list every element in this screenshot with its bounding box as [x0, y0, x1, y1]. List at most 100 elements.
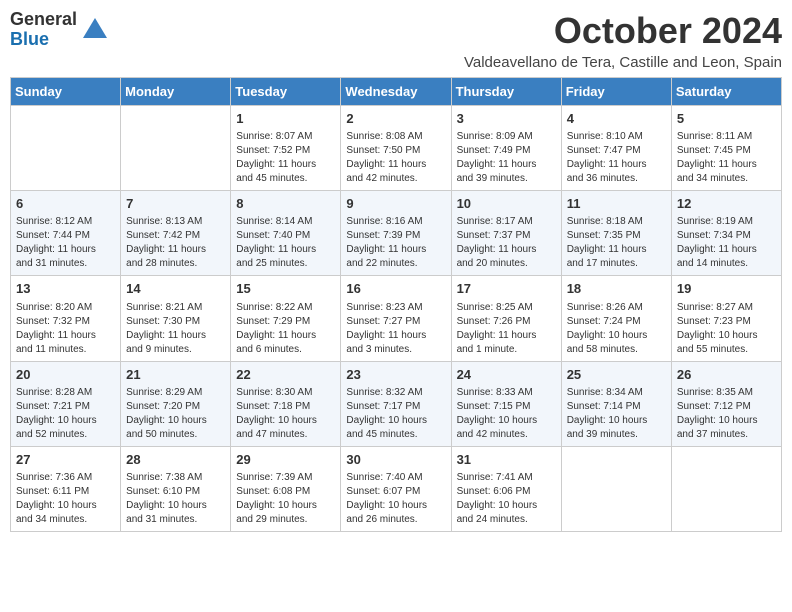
- calendar-cell: 26 Sunrise: 8:35 AMSunset: 7:12 PMDayligh…: [671, 361, 781, 446]
- calendar-week-row: 6 Sunrise: 8:12 AMSunset: 7:44 PMDaylight…: [11, 191, 782, 276]
- calendar-cell: 5 Sunrise: 8:11 AMSunset: 7:45 PMDaylight…: [671, 106, 781, 191]
- calendar-cell: 2 Sunrise: 8:08 AMSunset: 7:50 PMDaylight…: [341, 106, 451, 191]
- calendar-cell: 21Sunrise: 8:29 AMSunset: 7:20 PMDayligh…: [121, 361, 231, 446]
- calendar-day-header: Thursday: [451, 78, 561, 106]
- logo-icon: [81, 16, 109, 44]
- calendar-cell: 23 Sunrise: 8:32 AMSunset: 7:17 PMDayligh…: [341, 361, 451, 446]
- calendar-cell: [121, 106, 231, 191]
- calendar-cell: 24 Sunrise: 8:33 AMSunset: 7:15 PMDayligh…: [451, 361, 561, 446]
- day-number: 7: [126, 195, 225, 213]
- month-title: October 2024: [464, 10, 782, 52]
- day-number: 25: [567, 366, 666, 384]
- day-number: 18: [567, 280, 666, 298]
- header: General Blue October 2024 Valdeavellano …: [10, 10, 782, 71]
- calendar-week-row: 1 Sunrise: 8:07 AMSunset: 7:52 PMDaylight…: [11, 106, 782, 191]
- calendar-day-header: Wednesday: [341, 78, 451, 106]
- day-number: 9: [346, 195, 445, 213]
- day-number: 14: [126, 280, 225, 298]
- location-title: Valdeavellano de Tera, Castille and Leon…: [464, 54, 782, 71]
- day-number: 26: [677, 366, 776, 384]
- day-number: 22: [236, 366, 335, 384]
- cell-info: Sunrise: 7:40 AMSunset: 6:07 PMDaylight:…: [346, 471, 445, 527]
- day-number: 11: [567, 195, 666, 213]
- day-number: 31: [457, 451, 556, 469]
- cell-info: Sunrise: 8:22 AMSunset: 7:29 PMDaylight:…: [236, 301, 335, 357]
- day-number: 6: [16, 195, 115, 213]
- day-number: 8: [236, 195, 335, 213]
- calendar-cell: 13Sunrise: 8:20 AMSunset: 7:32 PMDayligh…: [11, 276, 121, 361]
- calendar-day-header: Sunday: [11, 78, 121, 106]
- calendar-cell: 16Sunrise: 8:23 AMSunset: 7:27 PMDayligh…: [341, 276, 451, 361]
- calendar-cell: 17Sunrise: 8:25 AMSunset: 7:26 PMDayligh…: [451, 276, 561, 361]
- calendar-cell: 18 Sunrise: 8:26 AMSunset: 7:24 PMDayligh…: [561, 276, 671, 361]
- calendar-cell: 6 Sunrise: 8:12 AMSunset: 7:44 PMDaylight…: [11, 191, 121, 276]
- cell-info: Sunrise: 8:08 AMSunset: 7:50 PMDaylight:…: [346, 130, 445, 186]
- day-number: 16: [346, 280, 445, 298]
- calendar-day-header: Friday: [561, 78, 671, 106]
- calendar-cell: 19Sunrise: 8:27 AMSunset: 7:23 PMDayligh…: [671, 276, 781, 361]
- title-area: October 2024 Valdeavellano de Tera, Cast…: [464, 10, 782, 71]
- day-number: 5: [677, 110, 776, 128]
- cell-info: Sunrise: 8:35 AMSunset: 7:12 PMDaylight:…: [677, 386, 776, 442]
- calendar-cell: 10Sunrise: 8:17 AMSunset: 7:37 PMDayligh…: [451, 191, 561, 276]
- calendar-week-row: 27Sunrise: 7:36 AMSunset: 6:11 PMDayligh…: [11, 446, 782, 531]
- cell-info: Sunrise: 7:39 AMSunset: 6:08 PMDaylight:…: [236, 471, 335, 527]
- cell-info: Sunrise: 8:14 AMSunset: 7:40 PMDaylight:…: [236, 215, 335, 271]
- calendar-cell: 27Sunrise: 7:36 AMSunset: 6:11 PMDayligh…: [11, 446, 121, 531]
- cell-info: Sunrise: 8:18 AMSunset: 7:35 PMDaylight:…: [567, 215, 666, 271]
- cell-info: Sunrise: 8:26 AMSunset: 7:24 PMDaylight:…: [567, 301, 666, 357]
- calendar-cell: 1 Sunrise: 8:07 AMSunset: 7:52 PMDaylight…: [231, 106, 341, 191]
- calendar-cell: 8 Sunrise: 8:14 AMSunset: 7:40 PMDaylight…: [231, 191, 341, 276]
- cell-info: Sunrise: 8:17 AMSunset: 7:37 PMDaylight:…: [457, 215, 556, 271]
- logo: General Blue: [10, 10, 109, 50]
- day-number: 23: [346, 366, 445, 384]
- day-number: 2: [346, 110, 445, 128]
- cell-info: Sunrise: 8:11 AMSunset: 7:45 PMDaylight:…: [677, 130, 776, 186]
- cell-info: Sunrise: 8:07 AMSunset: 7:52 PMDaylight:…: [236, 130, 335, 186]
- calendar-cell: 9Sunrise: 8:16 AMSunset: 7:39 PMDaylight…: [341, 191, 451, 276]
- logo-general: General: [10, 10, 77, 30]
- cell-info: Sunrise: 8:10 AMSunset: 7:47 PMDaylight:…: [567, 130, 666, 186]
- day-number: 19: [677, 280, 776, 298]
- calendar-cell: 12Sunrise: 8:19 AMSunset: 7:34 PMDayligh…: [671, 191, 781, 276]
- calendar-day-header: Monday: [121, 78, 231, 106]
- cell-info: Sunrise: 8:32 AMSunset: 7:17 PMDaylight:…: [346, 386, 445, 442]
- calendar-day-header: Saturday: [671, 78, 781, 106]
- calendar-cell: 31 Sunrise: 7:41 AMSunset: 6:06 PMDayligh…: [451, 446, 561, 531]
- day-number: 30: [346, 451, 445, 469]
- calendar-week-row: 20Sunrise: 8:28 AMSunset: 7:21 PMDayligh…: [11, 361, 782, 446]
- calendar-cell: 28 Sunrise: 7:38 AMSunset: 6:10 PMDayligh…: [121, 446, 231, 531]
- cell-info: Sunrise: 8:25 AMSunset: 7:26 PMDaylight:…: [457, 301, 556, 357]
- cell-info: Sunrise: 8:13 AMSunset: 7:42 PMDaylight:…: [126, 215, 225, 271]
- day-number: 27: [16, 451, 115, 469]
- day-number: 12: [677, 195, 776, 213]
- calendar-cell: 30 Sunrise: 7:40 AMSunset: 6:07 PMDayligh…: [341, 446, 451, 531]
- cell-info: Sunrise: 8:29 AMSunset: 7:20 PMDaylight:…: [126, 386, 225, 442]
- cell-info: Sunrise: 8:30 AMSunset: 7:18 PMDaylight:…: [236, 386, 335, 442]
- cell-info: Sunrise: 7:38 AMSunset: 6:10 PMDaylight:…: [126, 471, 225, 527]
- calendar-table: SundayMondayTuesdayWednesdayThursdayFrid…: [10, 77, 782, 532]
- calendar-header-row: SundayMondayTuesdayWednesdayThursdayFrid…: [11, 78, 782, 106]
- cell-info: Sunrise: 8:21 AMSunset: 7:30 PMDaylight:…: [126, 301, 225, 357]
- cell-info: Sunrise: 8:33 AMSunset: 7:15 PMDaylight:…: [457, 386, 556, 442]
- calendar-cell: 25Sunrise: 8:34 AMSunset: 7:14 PMDayligh…: [561, 361, 671, 446]
- calendar-cell: 29 Sunrise: 7:39 AMSunset: 6:08 PMDayligh…: [231, 446, 341, 531]
- cell-info: Sunrise: 8:09 AMSunset: 7:49 PMDaylight:…: [457, 130, 556, 186]
- day-number: 13: [16, 280, 115, 298]
- calendar-cell: 20Sunrise: 8:28 AMSunset: 7:21 PMDayligh…: [11, 361, 121, 446]
- day-number: 28: [126, 451, 225, 469]
- calendar-day-header: Tuesday: [231, 78, 341, 106]
- day-number: 15: [236, 280, 335, 298]
- day-number: 24: [457, 366, 556, 384]
- calendar-cell: 11 Sunrise: 8:18 AMSunset: 7:35 PMDayligh…: [561, 191, 671, 276]
- day-number: 4: [567, 110, 666, 128]
- day-number: 1: [236, 110, 335, 128]
- calendar-cell: 22 Sunrise: 8:30 AMSunset: 7:18 PMDayligh…: [231, 361, 341, 446]
- cell-info: Sunrise: 8:12 AMSunset: 7:44 PMDaylight:…: [16, 215, 115, 271]
- cell-info: Sunrise: 7:41 AMSunset: 6:06 PMDaylight:…: [457, 471, 556, 527]
- calendar-cell: 7 Sunrise: 8:13 AMSunset: 7:42 PMDaylight…: [121, 191, 231, 276]
- calendar-week-row: 13Sunrise: 8:20 AMSunset: 7:32 PMDayligh…: [11, 276, 782, 361]
- day-number: 20: [16, 366, 115, 384]
- calendar-cell: [671, 446, 781, 531]
- day-number: 29: [236, 451, 335, 469]
